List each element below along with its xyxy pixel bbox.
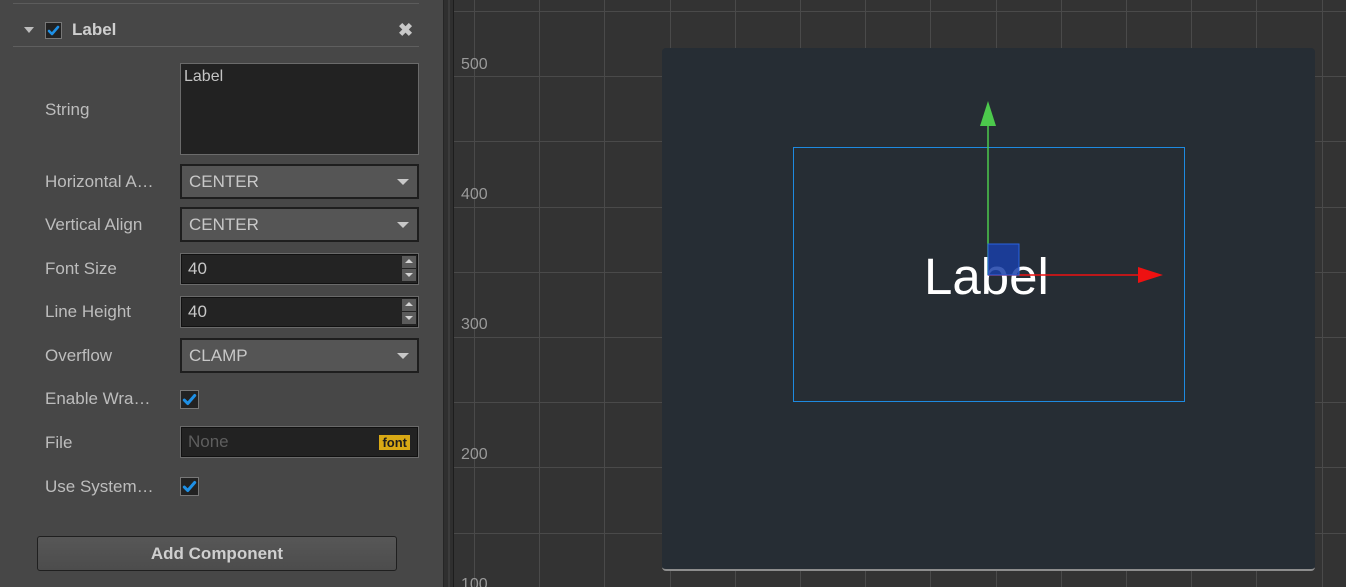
label-component-header[interactable]: Label ✖ <box>13 15 419 47</box>
add-component-button[interactable]: Add Component <box>37 536 397 571</box>
vertical-align-label: Vertical Align <box>45 215 143 234</box>
file-placeholder: None <box>188 432 229 451</box>
scene-view[interactable]: 500 400 300 200 100 Label <box>454 0 1346 587</box>
splitter-grip <box>448 0 450 587</box>
line-height-increment[interactable] <box>402 299 416 311</box>
font-size-label: Font Size <box>45 259 117 278</box>
arrow-up-icon[interactable] <box>980 101 996 126</box>
close-x-icon[interactable]: ✖ <box>398 20 413 40</box>
checkmark-icon <box>182 480 197 493</box>
panel-top-divider <box>13 3 419 4</box>
use-system-font-label: Use System… <box>45 477 154 496</box>
string-textarea[interactable]: Label <box>180 63 419 155</box>
line-height-input[interactable]: 40 <box>180 296 419 328</box>
horizontal-align-select[interactable]: CENTER <box>180 164 419 199</box>
enable-wrap-label: Enable Wra… <box>45 389 151 408</box>
overflow-value: CLAMP <box>189 346 248 365</box>
component-enabled-checkbox[interactable] <box>45 22 62 39</box>
font-size-increment[interactable] <box>402 256 416 268</box>
gizmo-center-handle[interactable] <box>987 243 1020 276</box>
vertical-align-value: CENTER <box>189 215 259 234</box>
font-size-input[interactable]: 40 <box>180 253 419 285</box>
arrow-down-icon <box>405 316 413 320</box>
font-type-badge: font <box>379 435 410 450</box>
use-system-font-checkbox[interactable] <box>180 477 199 496</box>
line-height-decrement[interactable] <box>402 312 416 324</box>
overflow-label: Overflow <box>45 346 113 365</box>
horizontal-align-value: CENTER <box>189 172 259 191</box>
checkmark-icon <box>47 25 60 36</box>
arrow-up-icon <box>405 302 413 306</box>
move-gizmo <box>980 101 1163 283</box>
font-size-value: 40 <box>188 259 207 278</box>
component-title: Label <box>72 20 117 39</box>
arrow-right-icon[interactable] <box>1138 267 1163 283</box>
file-label: File <box>45 433 73 452</box>
chevron-down-icon <box>397 179 409 185</box>
arrow-down-icon <box>405 273 413 277</box>
triangle-down-icon[interactable] <box>24 27 34 33</box>
chevron-down-icon <box>397 222 409 228</box>
overflow-select[interactable]: CLAMP <box>180 338 419 373</box>
panel-splitter[interactable] <box>443 0 454 587</box>
enable-wrap-checkbox[interactable] <box>180 390 199 409</box>
line-height-value: 40 <box>188 302 207 321</box>
font-size-decrement[interactable] <box>402 269 416 281</box>
font-file-field[interactable]: None font <box>180 426 419 458</box>
string-label: String <box>45 100 90 119</box>
vertical-align-select[interactable]: CENTER <box>180 207 419 242</box>
line-height-label: Line Height <box>45 302 132 321</box>
arrow-up-icon <box>405 259 413 263</box>
chevron-down-icon <box>397 353 409 359</box>
horizontal-align-label: Horizontal A… <box>45 172 154 191</box>
checkmark-icon <box>182 393 197 406</box>
inspector-panel: Label ✖ String Label Horizontal A… CENTE… <box>0 0 443 587</box>
